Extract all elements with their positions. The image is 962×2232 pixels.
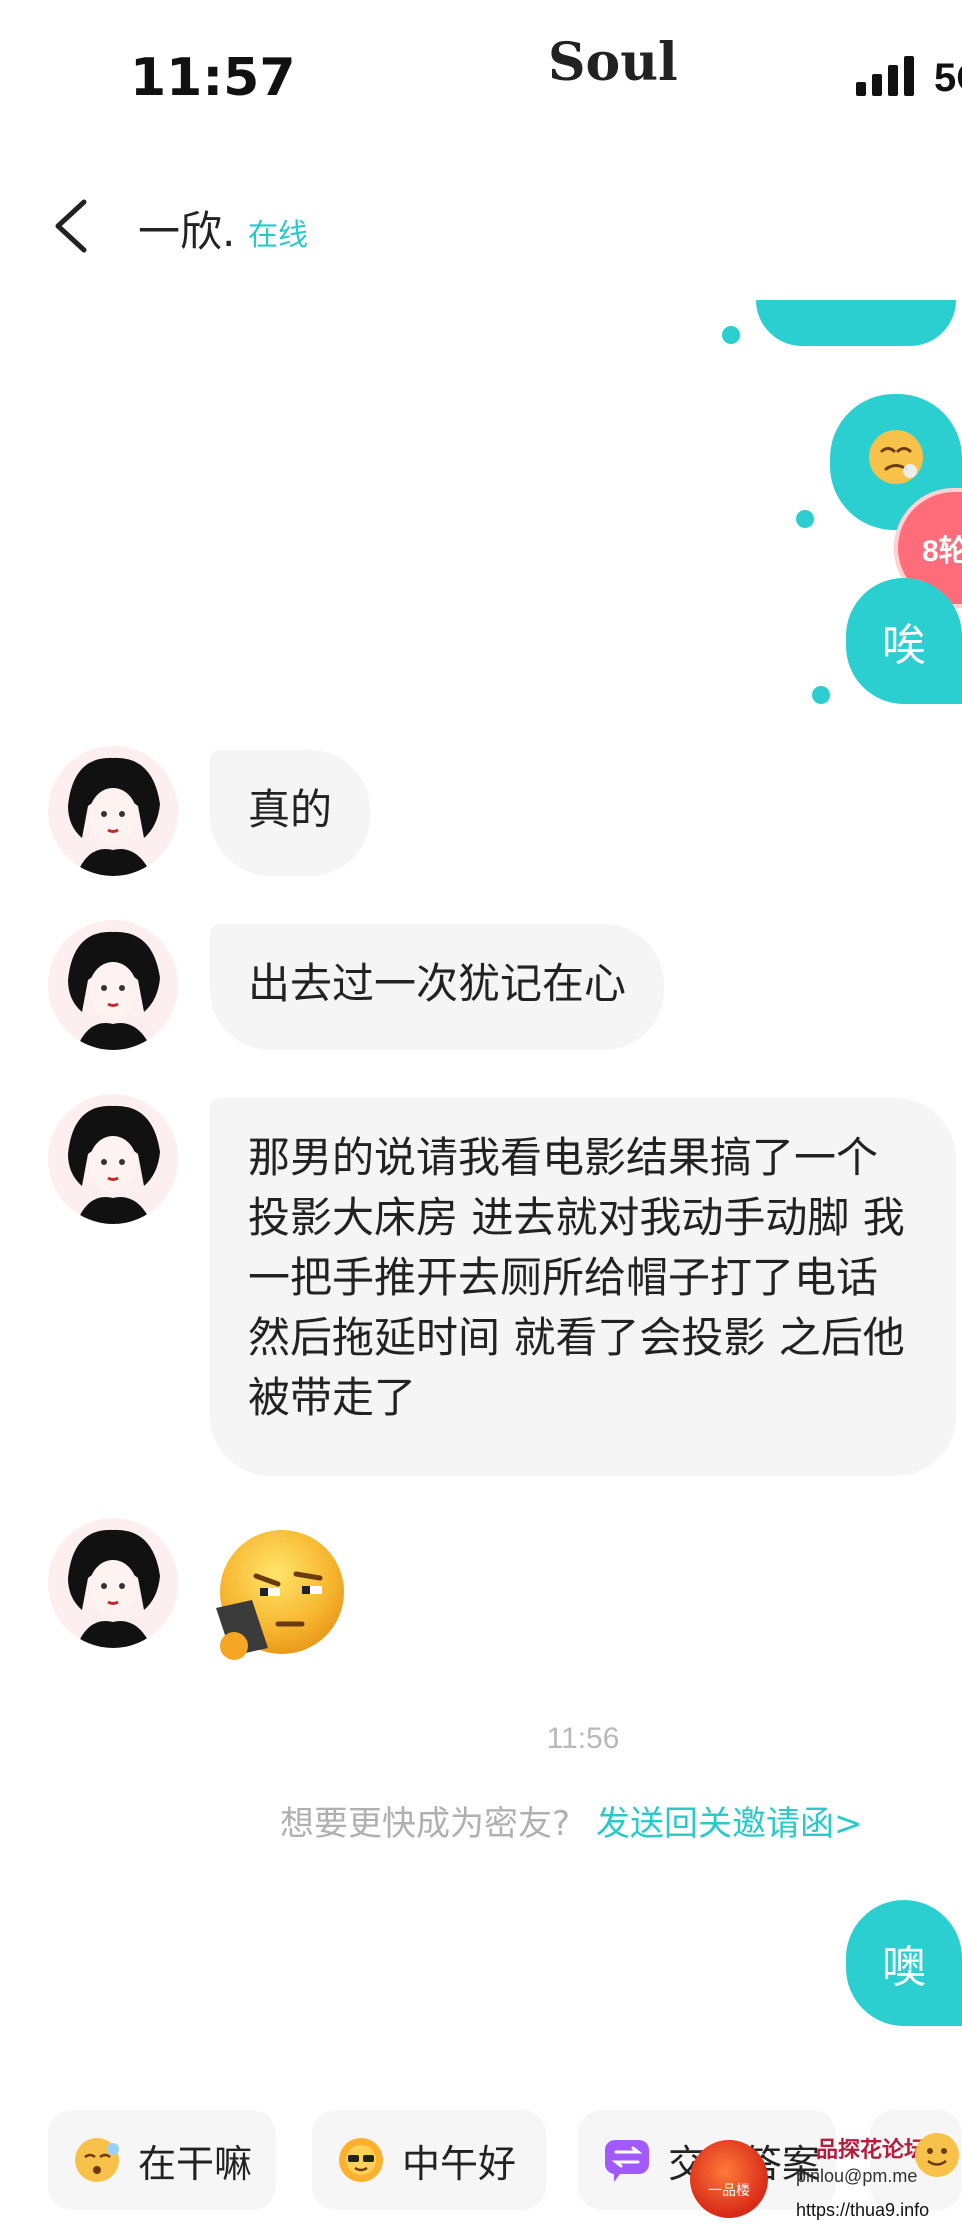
received-message-bubble[interactable]: 那男的说请我看电影结果搞了一个投影大床房 进去就对我动手动脚 我一把手推开去厕所… (210, 1098, 956, 1476)
online-status: 在线 (248, 219, 308, 252)
quick-reply-label: 在干嘛 (138, 2141, 253, 2186)
sent-message-bubble[interactable]: 唉 (846, 578, 962, 704)
watermark-logo-text: 一品楼 (708, 2182, 750, 2198)
avatar[interactable] (48, 1094, 178, 1224)
back-arrow-icon[interactable] (50, 198, 94, 254)
status-app-name: Soul (548, 32, 678, 93)
watermark-email: pinlou@pm.me (796, 2166, 918, 2186)
swap-icon (605, 2140, 649, 2182)
phone-sideeye-emoji-icon[interactable] (212, 1528, 348, 1664)
received-message-bubble[interactable]: 真的 (210, 750, 371, 876)
worried-face-icon (866, 427, 926, 498)
status-time: 11:57 (130, 48, 296, 108)
watermark-title: 品探花论坛 (816, 2137, 927, 2162)
avatar-illustration-icon (48, 1094, 178, 1224)
decor-dot (796, 510, 814, 528)
decor-dot (812, 686, 830, 704)
watermark: 一品楼 品探花论坛 pinlou@pm.me https://thua9.inf… (690, 2130, 962, 2232)
invite-hint: 想要更快成为密友? 发送回关邀请函> (280, 1796, 863, 1845)
contact-name[interactable]: 一欣. (138, 198, 235, 259)
avatar-illustration-icon (48, 1518, 178, 1648)
sent-message-bubble[interactable]: 噢 (846, 1900, 962, 2026)
avatar-illustration-icon (48, 746, 178, 876)
decor-dot (722, 326, 740, 344)
network-type: 5G (934, 56, 962, 100)
watermark-url: https://thua9.info (796, 2200, 930, 2220)
quick-reply-chip[interactable]: 中午好 (312, 2110, 546, 2210)
signal-icon (856, 56, 914, 96)
sent-message-bubble-partial[interactable] (756, 300, 956, 346)
sun-sunglasses-icon (339, 2138, 383, 2182)
avatar[interactable] (48, 920, 178, 1050)
sleepy-face-icon (75, 2138, 119, 2182)
send-invite-link[interactable]: 发送回关邀请函> (596, 1804, 863, 1844)
avatar[interactable] (48, 746, 178, 876)
invite-hint-text: 想要更快成为密友? (280, 1804, 571, 1844)
quick-reply-label: 中午好 (402, 2141, 517, 2186)
message-timestamp: 11:56 (546, 1722, 620, 1755)
smile-face-icon (915, 2133, 959, 2177)
avatar[interactable] (48, 1518, 178, 1648)
received-message-bubble[interactable]: 出去过一次犹记在心 (210, 924, 665, 1050)
quick-reply-chip[interactable]: 在干嘛 (48, 2110, 276, 2210)
watermark-logo: 一品楼 (690, 2140, 768, 2218)
avatar-illustration-icon (48, 920, 178, 1050)
